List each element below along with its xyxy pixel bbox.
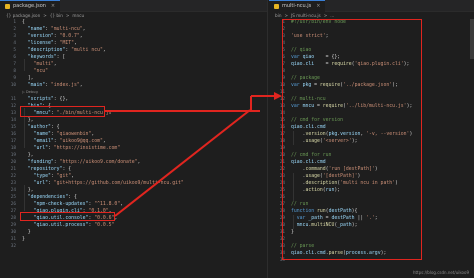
arrowhead-icon — [274, 92, 282, 100]
arrow-overlay — [114, 92, 282, 217]
arrow-shaft-3 — [114, 109, 251, 217]
